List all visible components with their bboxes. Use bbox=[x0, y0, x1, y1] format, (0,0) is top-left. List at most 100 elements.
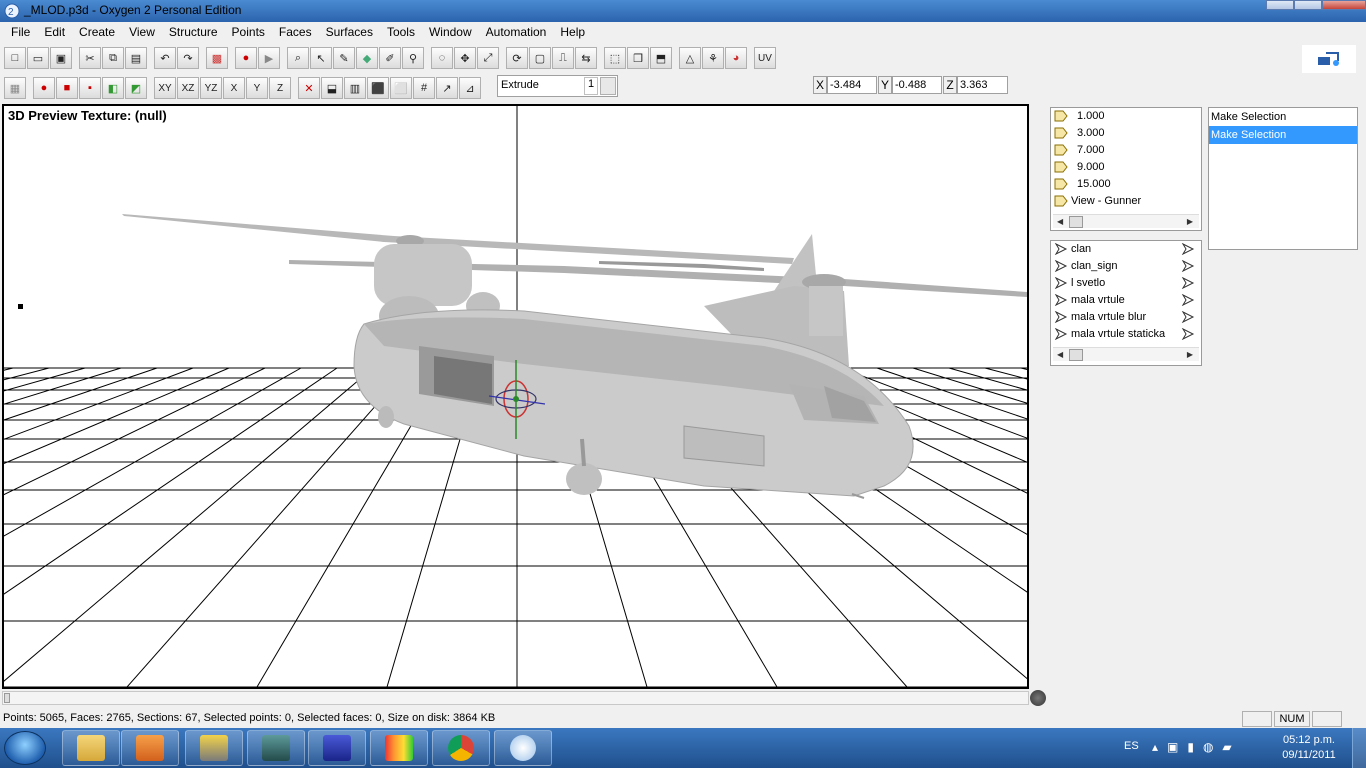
menu-automation[interactable]: Automation bbox=[479, 22, 554, 42]
scroll-right-icon[interactable]: ▶ bbox=[1187, 217, 1193, 226]
tree-icon[interactable]: ⚘ bbox=[702, 47, 724, 69]
named-selection-item[interactable]: l svetlo bbox=[1051, 275, 1201, 292]
rotate-icon[interactable]: ⟳ bbox=[506, 47, 528, 69]
erase-icon[interactable]: ✐ bbox=[379, 47, 401, 69]
flat-shade-icon[interactable]: ▥ bbox=[344, 77, 366, 99]
named-selections-scrollbar[interactable]: ◀ ▶ bbox=[1053, 347, 1199, 361]
zoom-select-icon[interactable]: ⌕ bbox=[287, 47, 309, 69]
scroll-right-icon[interactable]: ▶ bbox=[1187, 350, 1193, 359]
make-selection-item[interactable]: Make Selection bbox=[1209, 108, 1357, 126]
taskbar-media-player[interactable] bbox=[121, 730, 179, 766]
system-tray-icons[interactable]: ▴▣▮◍▰ bbox=[1152, 740, 1241, 754]
solid-icon[interactable]: ⬛ bbox=[367, 77, 389, 99]
named-selection-item[interactable]: mala vrtule bbox=[1051, 292, 1201, 309]
lod-item[interactable]: 15.000 bbox=[1051, 176, 1201, 193]
color-icon[interactable]: ◕ bbox=[725, 47, 747, 69]
viewport-canvas[interactable] bbox=[4, 106, 1027, 687]
maximize-button[interactable] bbox=[1294, 0, 1322, 10]
texture-icon[interactable]: ▩ bbox=[206, 47, 228, 69]
lod-scrollbar[interactable]: ◀ ▶ bbox=[1053, 214, 1199, 228]
menu-points[interactable]: Points bbox=[225, 22, 272, 42]
paint-select-icon[interactable]: ✎ bbox=[333, 47, 355, 69]
selection-toggle-icon[interactable] bbox=[1181, 260, 1195, 272]
wire-box-icon[interactable]: ⬜ bbox=[390, 77, 412, 99]
texture-select-icon[interactable]: ◆ bbox=[356, 47, 378, 69]
selection-toggle-icon[interactable] bbox=[1181, 294, 1195, 306]
navigation-ball[interactable] bbox=[1030, 690, 1046, 706]
scroll-left-icon[interactable]: ◀ bbox=[1057, 217, 1063, 226]
undo-icon[interactable]: ↶ bbox=[154, 47, 176, 69]
play-icon[interactable]: ▶ bbox=[258, 47, 280, 69]
cut-icon[interactable]: ✂ bbox=[79, 47, 101, 69]
selection-toggle-icon[interactable] bbox=[1181, 243, 1195, 255]
named-selection-item[interactable]: mala vrtule staticka bbox=[1051, 326, 1201, 343]
menu-tools[interactable]: Tools bbox=[380, 22, 422, 42]
lod-item[interactable]: 7.000 bbox=[1051, 142, 1201, 159]
viewport-scrollbar[interactable] bbox=[2, 691, 1029, 705]
close-button[interactable] bbox=[1322, 0, 1366, 10]
menu-edit[interactable]: Edit bbox=[37, 22, 72, 42]
start-button[interactable] bbox=[4, 731, 46, 765]
z-coord-field[interactable]: 3.363 bbox=[957, 76, 1008, 94]
select-tool-icon[interactable]: ↖ bbox=[310, 47, 332, 69]
axis-x-button[interactable]: X bbox=[223, 77, 245, 99]
normals-icon[interactable]: ↗ bbox=[436, 77, 458, 99]
language-indicator[interactable]: ES bbox=[1124, 740, 1139, 752]
make-selection-item-active[interactable]: Make Selection bbox=[1209, 126, 1357, 144]
extrude-field[interactable]: Extrude 1 bbox=[497, 75, 618, 97]
uv-button[interactable]: UV bbox=[754, 47, 776, 69]
taskbar-satellite-app[interactable] bbox=[185, 730, 243, 766]
plane-xy-button[interactable]: XY bbox=[154, 77, 176, 99]
object-mode-icon[interactable]: ◧ bbox=[102, 77, 124, 99]
y-coord-field[interactable]: -0.488 bbox=[892, 76, 942, 94]
frame-icon[interactable]: ▦ bbox=[4, 77, 26, 99]
axis-z-button[interactable]: Z bbox=[269, 77, 291, 99]
taskbar-oxygen-o2[interactable] bbox=[247, 730, 305, 766]
save-icon[interactable]: ▣ bbox=[50, 47, 72, 69]
menu-faces[interactable]: Faces bbox=[272, 22, 319, 42]
lod-item[interactable]: 1.000 bbox=[1051, 108, 1201, 125]
point-mode-icon[interactable]: ● bbox=[33, 77, 55, 99]
lod-item[interactable]: 3.000 bbox=[1051, 125, 1201, 142]
menu-surfaces[interactable]: Surfaces bbox=[319, 22, 380, 42]
taskbar-oxygen-2[interactable] bbox=[494, 730, 552, 766]
taskbar-chrome[interactable] bbox=[432, 730, 490, 766]
record-icon[interactable]: ● bbox=[235, 47, 257, 69]
menu-view[interactable]: View bbox=[122, 22, 162, 42]
menu-help[interactable]: Help bbox=[553, 22, 592, 42]
no-texture-icon[interactable]: ✕ bbox=[298, 77, 320, 99]
menu-structure[interactable]: Structure bbox=[162, 22, 225, 42]
minimize-button[interactable] bbox=[1266, 0, 1294, 10]
menu-window[interactable]: Window bbox=[422, 22, 479, 42]
clock[interactable]: 05:12 p.m. 09/11/2011 bbox=[1276, 733, 1342, 763]
taskbar-explorer[interactable] bbox=[62, 730, 120, 766]
smooth-icon[interactable]: ⬓ bbox=[321, 77, 343, 99]
edge-mode-icon[interactable]: ▪ bbox=[79, 77, 101, 99]
lod-item[interactable]: View - Gunner bbox=[1051, 193, 1201, 210]
new-file-icon[interactable]: □ bbox=[4, 47, 26, 69]
menu-file[interactable]: File bbox=[4, 22, 37, 42]
redo-icon[interactable]: ↷ bbox=[177, 47, 199, 69]
align-icon[interactable]: ⇆ bbox=[575, 47, 597, 69]
plane-xz-button[interactable]: XZ bbox=[177, 77, 199, 99]
move-icon[interactable]: ✥ bbox=[454, 47, 476, 69]
menu-create[interactable]: Create bbox=[72, 22, 122, 42]
show-desktop-button[interactable] bbox=[1352, 728, 1366, 768]
selection-toggle-icon[interactable] bbox=[1181, 311, 1195, 323]
axis-y-button[interactable]: Y bbox=[246, 77, 268, 99]
lock-mode-icon[interactable]: ◩ bbox=[125, 77, 147, 99]
magnify-icon[interactable]: ⚲ bbox=[402, 47, 424, 69]
measure-icon[interactable]: ⊿ bbox=[459, 77, 481, 99]
selection-toggle-icon[interactable] bbox=[1181, 277, 1195, 289]
x-coord-field[interactable]: -3.484 bbox=[827, 76, 877, 94]
extrude-spinner[interactable] bbox=[600, 77, 616, 95]
scroll-left-icon[interactable]: ◀ bbox=[1057, 350, 1063, 359]
lod-item[interactable]: 9.000 bbox=[1051, 159, 1201, 176]
copy-icon[interactable]: ⧉ bbox=[102, 47, 124, 69]
named-selection-item[interactable]: clan bbox=[1051, 241, 1201, 258]
transform-icon[interactable]: ⬚ bbox=[604, 47, 626, 69]
paste-icon[interactable]: ▤ bbox=[125, 47, 147, 69]
object-icon[interactable]: ❒ bbox=[627, 47, 649, 69]
3d-viewport[interactable]: 3D Preview Texture: (null) bbox=[2, 104, 1029, 689]
open-folder-icon[interactable]: ▭ bbox=[27, 47, 49, 69]
